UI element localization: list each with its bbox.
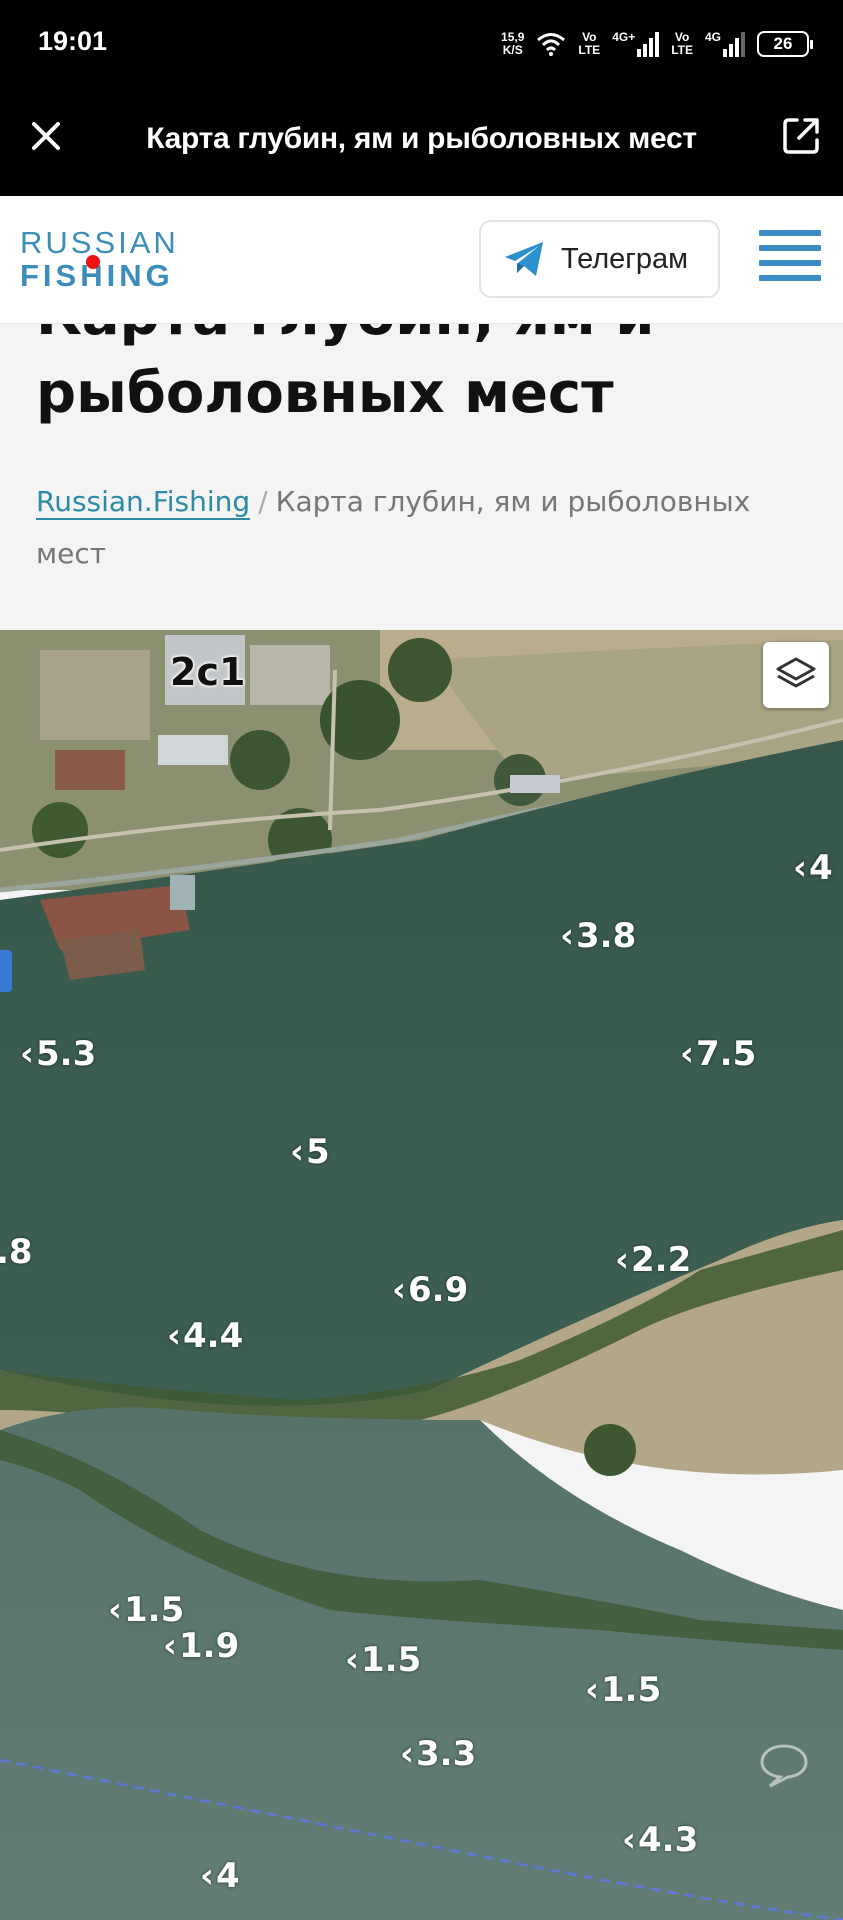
depth-value: 3.8 [576, 916, 637, 956]
depth-value: 7.5 [696, 1034, 757, 1074]
logo-text-top: RUSSIAN [20, 225, 179, 260]
wifi-icon [537, 33, 566, 56]
volte-badge-1: Vo LTE [578, 30, 601, 57]
telegram-label: Телеграм [561, 242, 689, 275]
chevron-left-icon: ‹ [20, 1034, 35, 1074]
page-title: Карта глубин, ям и рыболовных мест [36, 324, 654, 426]
depth-value: 4.4 [183, 1316, 244, 1356]
chevron-left-icon: ‹ [793, 848, 808, 888]
depth-marker[interactable]: ‹4 [793, 848, 833, 888]
chevron-left-icon: ‹ [585, 1670, 600, 1710]
building-label: 2с1 [170, 650, 246, 694]
site-header: RUSSIAN FISHING Телеграм [0, 196, 843, 324]
breadcrumb-separator: / [258, 485, 268, 518]
depth-marker[interactable]: ‹1.5 [108, 1590, 184, 1630]
logo-dot [86, 255, 100, 269]
chevron-left-icon: ‹ [345, 1640, 360, 1680]
depth-marker[interactable]: ‹1.9 [163, 1626, 239, 1666]
chevron-left-icon: ‹ [200, 1856, 215, 1896]
depth-value: 1.5 [124, 1590, 185, 1630]
close-icon[interactable] [26, 116, 66, 156]
chevron-left-icon: ‹ [615, 1240, 630, 1280]
telegram-icon [505, 242, 543, 276]
depth-marker[interactable]: ‹3.8 [560, 916, 636, 956]
signal-1: 4G+ [612, 31, 660, 57]
chevron-left-icon: ‹ [400, 1734, 415, 1774]
chevron-left-icon: ‹ [560, 916, 575, 956]
depth-marker[interactable]: .8 [0, 1232, 33, 1272]
status-icons: 15,9 K/S Vo LTE 4G+ Vo LTE 4G 26 [501, 24, 813, 64]
depth-value: 1.5 [601, 1670, 662, 1710]
site-logo[interactable]: RUSSIAN FISHING [20, 225, 179, 294]
toolbar-title: Карта глубин, ям и рыболовных мест [146, 122, 697, 155]
depth-map[interactable]: 2с1 ‹4‹3.8‹5.3‹7.5‹5.8‹2.2‹6.9‹4.4‹1.5‹1… [0, 630, 843, 1920]
layers-icon [776, 657, 816, 688]
depth-marker[interactable]: ‹3.3 [400, 1734, 476, 1774]
browser-toolbar: Карта глубин, ям и рыболовных мест [0, 86, 843, 196]
depth-value: 1.5 [361, 1640, 422, 1680]
chevron-left-icon: ‹ [108, 1590, 123, 1630]
chevron-left-icon: ‹ [680, 1034, 695, 1074]
depth-value: 4.3 [638, 1820, 699, 1860]
depth-marker[interactable]: ‹7.5 [680, 1034, 756, 1074]
depth-value: .8 [0, 1232, 33, 1272]
map-layers-button[interactable] [763, 642, 829, 708]
map-edge-marker[interactable] [0, 950, 12, 992]
hamburger-menu-icon[interactable] [759, 230, 821, 288]
chevron-left-icon: ‹ [167, 1316, 182, 1356]
status-time: 19:01 [38, 26, 108, 56]
depth-value: 3.3 [416, 1734, 477, 1774]
depth-marker[interactable]: ‹4 [200, 1856, 240, 1896]
volte-badge-2: Vo LTE [671, 30, 693, 57]
depth-value: 1.9 [179, 1626, 240, 1666]
chevron-left-icon: ‹ [163, 1626, 178, 1666]
chat-icon[interactable] [758, 1742, 810, 1788]
depth-value: 4 [216, 1856, 240, 1896]
depth-value: 4 [809, 848, 833, 888]
chevron-left-icon: ‹ [290, 1132, 305, 1172]
network-speed: 15,9 K/S [501, 30, 525, 57]
depth-marker[interactable]: ‹1.5 [345, 1640, 421, 1680]
battery-icon: 26 [757, 31, 813, 57]
depth-marker[interactable]: ‹6.9 [392, 1270, 468, 1310]
chevron-left-icon: ‹ [622, 1820, 637, 1860]
signal-2: 4G [705, 31, 745, 57]
depth-value: 6.9 [408, 1270, 469, 1310]
depth-marker[interactable]: ‹5.3 [20, 1034, 96, 1074]
depth-value: 5 [306, 1132, 330, 1172]
depth-marker[interactable]: ‹5 [290, 1132, 330, 1172]
breadcrumb-home-link[interactable]: Russian.Fishing [36, 485, 251, 520]
page-heading-area: Карта глубин, ям и рыболовных мест Russi… [0, 324, 843, 630]
status-bar: 19:01 15,9 K/S Vo LTE 4G+ Vo LTE 4G 26 [0, 0, 843, 86]
depth-value: 2.2 [631, 1240, 692, 1280]
chevron-left-icon: ‹ [392, 1270, 407, 1310]
depth-marker[interactable]: ‹4.3 [622, 1820, 698, 1860]
depth-marker[interactable]: ‹4.4 [167, 1316, 243, 1356]
telegram-button[interactable]: Телеграм [479, 220, 720, 298]
depth-marker[interactable]: ‹1.5 [585, 1670, 661, 1710]
open-external-icon[interactable] [779, 114, 823, 158]
depth-value: 5.3 [36, 1034, 97, 1074]
signal-bars-icon [723, 31, 745, 57]
breadcrumb: Russian.Fishing / Карта глубин, ям и рыбол… [36, 476, 796, 580]
signal-bars-icon [637, 31, 660, 57]
depth-marker[interactable]: ‹2.2 [615, 1240, 691, 1280]
